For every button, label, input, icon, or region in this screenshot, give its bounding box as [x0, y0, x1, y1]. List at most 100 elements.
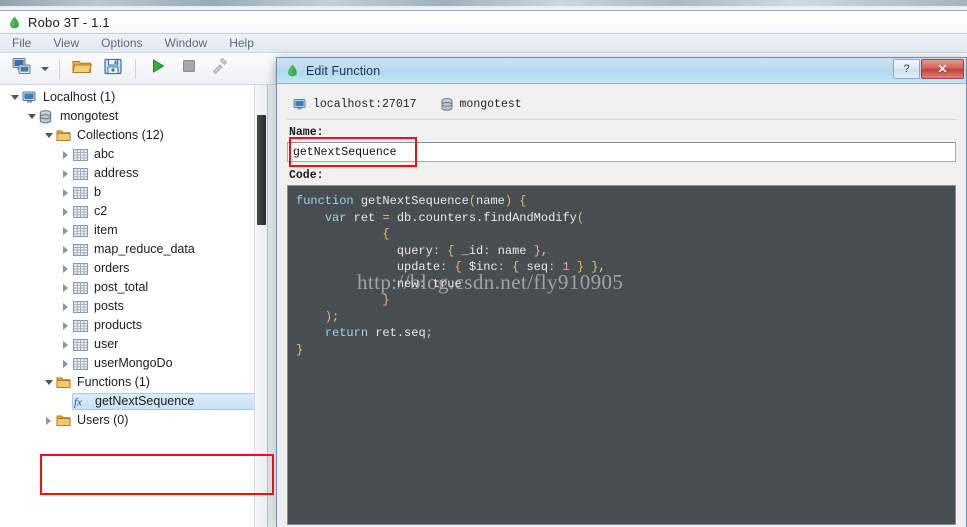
chevron-right-icon[interactable] [59, 336, 72, 353]
tree-node-content[interactable]: address [72, 165, 142, 182]
tree-node-users-0[interactable]: Users (0) [0, 411, 267, 430]
menu-view[interactable]: View [53, 36, 92, 50]
tree-node-post-total[interactable]: post_total [0, 278, 267, 297]
tree-scrollbar-thumb[interactable] [257, 115, 266, 225]
code-token: 1 [562, 260, 570, 274]
help-button[interactable]: ? [893, 59, 920, 79]
chevron-right-icon[interactable] [59, 184, 72, 201]
tree-node-content[interactable]: c2 [72, 203, 111, 220]
chevron-right-icon[interactable] [59, 298, 72, 315]
menu-help[interactable]: Help [229, 36, 267, 50]
tree-node-usermongodo[interactable]: userMongoDo [0, 354, 267, 373]
code-token: , [598, 260, 606, 274]
code-token: : [483, 243, 498, 258]
tree-node-map-reduce-data[interactable]: map_reduce_data [0, 240, 267, 259]
explorer-tree[interactable]: Localhost (1) mongotest Collections (12) ab… [0, 85, 267, 430]
tree-node-content[interactable]: posts [72, 298, 128, 315]
save-script-button[interactable] [99, 56, 127, 82]
menu-options[interactable]: Options [101, 36, 155, 50]
code-token: new [396, 276, 419, 291]
tree-node-content[interactable]: b [72, 184, 105, 201]
tree-node-content[interactable]: item [72, 222, 122, 239]
code-token: seq [526, 260, 549, 274]
chevron-down-icon[interactable] [25, 108, 38, 125]
tree-node-functions-1[interactable]: Functions (1) [0, 373, 267, 392]
tree-node-label: post_total [94, 280, 149, 295]
tree-node-content[interactable]: user [72, 336, 122, 353]
code-token: _id [461, 243, 484, 258]
code-editor[interactable]: function getNextSequence(name) { var ret… [287, 185, 956, 525]
save-floppy-icon [104, 58, 122, 80]
tree-node-localhost-1[interactable]: Localhost (1) [0, 88, 267, 107]
chevron-right-icon[interactable] [59, 279, 72, 296]
name-input[interactable]: getNextSequence [287, 142, 956, 162]
robo3t-leaf-icon [8, 16, 21, 29]
chevron-down-icon[interactable] [42, 127, 55, 144]
tree-node-address[interactable]: address [0, 164, 267, 183]
connection-info-bar: localhost:27017 mongotest [287, 93, 956, 120]
explorer-tree-panel[interactable]: Localhost (1) mongotest Collections (12) ab… [0, 85, 268, 527]
stop-button[interactable] [175, 56, 203, 82]
panel-splitter[interactable] [268, 85, 274, 527]
tools-button[interactable] [206, 56, 234, 82]
tree-node-getnextsequence[interactable]: fx getNextSequence [0, 392, 267, 411]
tree-node-c2[interactable]: c2 [0, 202, 267, 221]
tree-node-content[interactable]: Localhost (1) [21, 89, 119, 106]
code-token: = [382, 210, 397, 225]
tree-node-posts[interactable]: posts [0, 297, 267, 316]
tree-node-content[interactable]: Functions (1) [55, 374, 154, 391]
tree-node-user[interactable]: user [0, 335, 267, 354]
tree-node-content[interactable]: products [72, 317, 146, 334]
tree-node-content[interactable]: Collections (12) [55, 127, 168, 144]
tree-node-abc[interactable]: abc [0, 145, 267, 164]
chevron-right-icon[interactable] [42, 412, 55, 429]
chevron-right-icon[interactable] [59, 241, 72, 258]
tree-node-collections-12[interactable]: Collections (12) [0, 126, 267, 145]
chevron-right-icon[interactable] [59, 355, 72, 372]
tree-node-content[interactable]: post_total [72, 279, 152, 296]
chevron-right-icon[interactable] [59, 317, 72, 334]
connect-button[interactable] [8, 56, 36, 82]
app-titlebar: Robo 3T - 1.1 [0, 11, 967, 34]
open-folder-icon [72, 58, 93, 80]
tree-node-label: products [94, 318, 142, 333]
chevron-down-icon[interactable] [42, 374, 55, 391]
tree-node-content[interactable]: orders [72, 260, 133, 277]
menu-window[interactable]: Window [165, 36, 221, 50]
stop-square-icon [182, 59, 196, 78]
server-icon [293, 98, 306, 111]
tree-node-b[interactable]: b [0, 183, 267, 202]
tree-node-item[interactable]: item [0, 221, 267, 240]
chevron-right-icon[interactable] [59, 260, 72, 277]
connect-dropdown-button[interactable] [39, 56, 51, 82]
tree-node-orders[interactable]: orders [0, 259, 267, 278]
code-editor-content[interactable]: function getNextSequence(name) { var ret… [288, 193, 955, 358]
collection-icon [73, 224, 89, 238]
open-script-button[interactable] [68, 56, 96, 82]
tree-node-content[interactable]: map_reduce_data [72, 241, 199, 258]
chevron-right-icon[interactable] [59, 146, 72, 163]
tree-node-mongotest[interactable]: mongotest [0, 107, 267, 126]
tree-node-content[interactable]: Users (0) [55, 412, 132, 429]
code-token: : [497, 260, 513, 274]
close-button[interactable]: ✕ [921, 59, 964, 79]
chevron-down-icon[interactable] [8, 89, 21, 106]
code-token: : [432, 243, 448, 258]
chevron-right-icon[interactable] [59, 165, 72, 182]
menu-file[interactable]: File [12, 36, 44, 50]
code-token: ret [353, 210, 383, 225]
tree-node-content[interactable]: mongotest [38, 108, 122, 125]
tree-scrollbar[interactable] [254, 85, 267, 527]
tree-node-products[interactable]: products [0, 316, 267, 335]
tree-node-content[interactable]: abc [72, 146, 118, 163]
tree-node-content[interactable]: userMongoDo [72, 355, 177, 372]
code-line: } [296, 292, 955, 309]
tree-node-content[interactable]: fx getNextSequence [72, 393, 264, 410]
execute-button[interactable] [144, 56, 172, 82]
chevron-right-icon[interactable] [59, 222, 72, 239]
collection-icon [73, 357, 89, 371]
chevron-right-icon[interactable] [59, 203, 72, 220]
code-token: function [296, 194, 361, 208]
tree-node-label: Localhost (1) [43, 90, 116, 105]
